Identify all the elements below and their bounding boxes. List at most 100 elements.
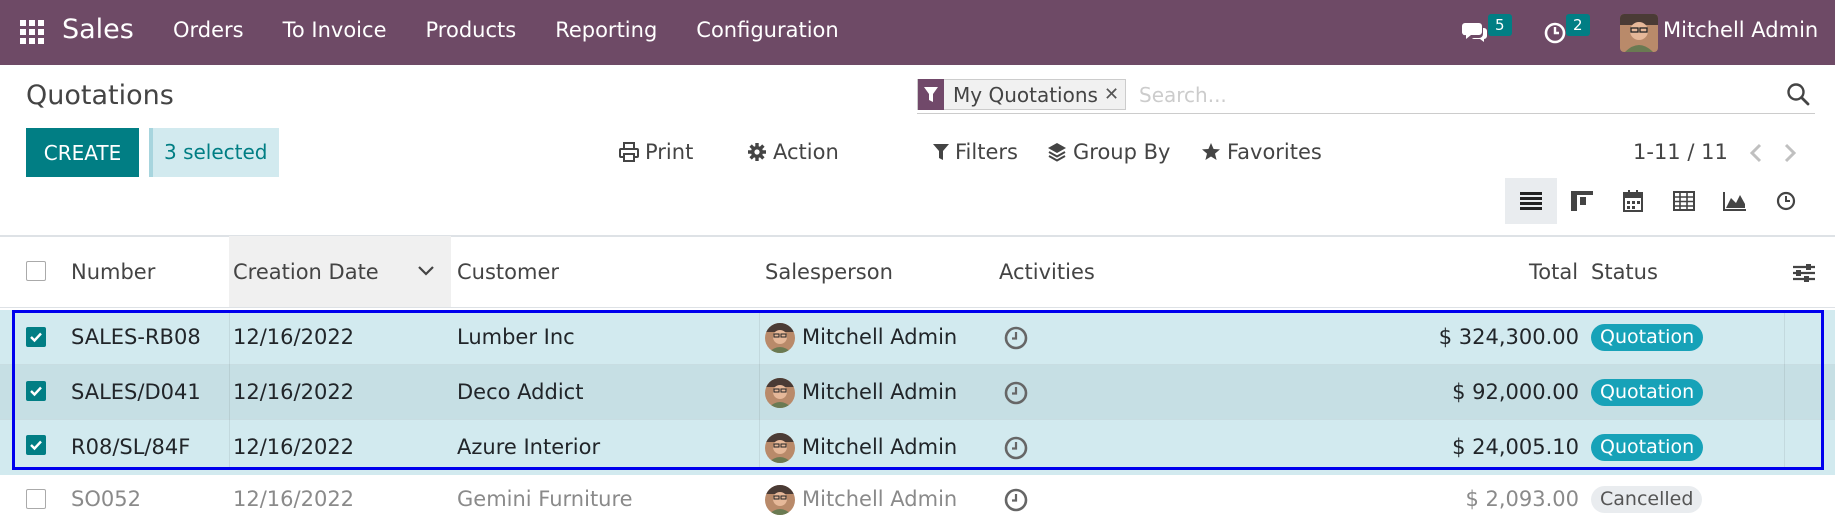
row-salesperson: Mitchell Admin: [802, 325, 958, 349]
search-input[interactable]: [1139, 80, 1769, 110]
menu-orders[interactable]: Orders: [173, 18, 244, 42]
row-date: 12/16/2022: [233, 325, 355, 349]
action-button[interactable]: Action: [747, 140, 839, 164]
kanban-icon: [1571, 191, 1593, 211]
view-pivot-button[interactable]: [1658, 178, 1710, 224]
view-graph-button[interactable]: [1709, 178, 1761, 224]
search-facet: My Quotations ✕: [917, 79, 1127, 110]
header-divider: [0, 307, 1835, 308]
view-activity-button[interactable]: [1760, 178, 1812, 224]
selected-count-badge: 3 selected: [149, 128, 279, 177]
filters-button[interactable]: Filters: [933, 140, 1018, 164]
row-number: R08/SL/84F: [71, 435, 191, 459]
print-icon: [619, 142, 639, 162]
print-label: Print: [645, 140, 694, 164]
groupby-label: Group By: [1073, 140, 1171, 164]
header-number[interactable]: Number: [71, 236, 155, 308]
groupby-button[interactable]: Group By: [1047, 140, 1170, 164]
search-bar: My Quotations ✕: [917, 76, 1815, 114]
select-all-checkbox[interactable]: [26, 261, 46, 281]
action-label: Action: [773, 140, 839, 164]
salesperson-avatar: [765, 378, 795, 408]
area-chart-icon: [1723, 192, 1746, 211]
filters-label: Filters: [955, 140, 1018, 164]
row-total: $ 24,005.10: [1452, 435, 1579, 459]
chevron-right-icon[interactable]: [1780, 142, 1800, 164]
row-number: SALES/D041: [71, 380, 201, 404]
row-salesperson: Mitchell Admin: [802, 487, 958, 511]
status-badge: Quotation: [1591, 379, 1704, 406]
facet-label: My Quotations: [953, 82, 1098, 107]
header-activities[interactable]: Activities: [999, 236, 1095, 308]
menu-reporting[interactable]: Reporting: [555, 18, 657, 42]
row-total: $ 92,000.00: [1452, 380, 1579, 404]
header-total[interactable]: Total: [1529, 236, 1578, 308]
status-badge: Cancelled: [1591, 486, 1703, 513]
row-salesperson: Mitchell Admin: [802, 380, 958, 404]
activity-clock-icon[interactable]: [1004, 326, 1028, 350]
gear-icon: [748, 143, 766, 161]
table-row[interactable]: R08/SL/84F 12/16/2022 Azure Interior Mit…: [0, 420, 1835, 475]
create-button[interactable]: CREATE: [26, 128, 139, 177]
header-customer[interactable]: Customer: [457, 236, 559, 308]
list-icon: [1520, 192, 1542, 210]
pager-value[interactable]: 1-11 / 11: [1633, 140, 1728, 164]
menu-products[interactable]: Products: [426, 18, 517, 42]
page-title: Quotations: [26, 80, 174, 111]
chevron-down-icon[interactable]: [417, 264, 435, 278]
column-settings-icon[interactable]: [1792, 262, 1816, 284]
activity-count-badge: 2: [1566, 14, 1590, 36]
filter-facet-icon: [918, 79, 944, 110]
column-separator: [229, 310, 230, 470]
activity-clock-icon[interactable]: [1004, 436, 1028, 460]
salesperson-avatar: [765, 323, 795, 353]
header-salesperson[interactable]: Salesperson: [765, 236, 893, 308]
filter-icon: [933, 144, 949, 160]
favorites-button[interactable]: Favorites: [1201, 140, 1322, 164]
table-row[interactable]: SALES/D041 12/16/2022 Deco Addict Mitche…: [0, 365, 1835, 420]
user-name[interactable]: Mitchell Admin: [1663, 18, 1818, 42]
row-checkbox[interactable]: [26, 489, 46, 509]
column-separator: [1784, 310, 1785, 470]
main-menu: Orders To Invoice Products Reporting Con…: [173, 18, 878, 42]
view-list-button[interactable]: [1505, 178, 1557, 224]
status-badge: Quotation: [1591, 324, 1704, 351]
user-avatar[interactable]: [1620, 14, 1658, 52]
row-checkbox[interactable]: [26, 327, 46, 347]
search-icon[interactable]: [1785, 81, 1811, 107]
row-checkbox[interactable]: [26, 435, 46, 455]
chat-icon[interactable]: [1462, 20, 1488, 44]
row-customer: Gemini Furniture: [457, 487, 633, 511]
app-brand[interactable]: Sales: [62, 14, 134, 45]
facet-close-icon[interactable]: ✕: [1104, 84, 1125, 105]
activity-clock-icon[interactable]: [1004, 381, 1028, 405]
row-date: 12/16/2022: [233, 380, 355, 404]
pivot-icon: [1673, 191, 1695, 211]
apps-menu-icon[interactable]: [20, 20, 44, 44]
favorites-label: Favorites: [1227, 140, 1322, 164]
row-number: SALES-RB08: [71, 325, 201, 349]
menu-configuration[interactable]: Configuration: [696, 18, 838, 42]
table-row[interactable]: SALES-RB08 12/16/2022 Lumber Inc Mitchel…: [0, 310, 1835, 365]
header-status[interactable]: Status: [1591, 236, 1658, 308]
menu-to-invoice[interactable]: To Invoice: [283, 18, 387, 42]
row-customer: Deco Addict: [457, 380, 584, 404]
column-separator: [759, 310, 760, 470]
layers-icon: [1048, 143, 1066, 162]
activity-clock-icon[interactable]: [1544, 22, 1566, 44]
view-calendar-button[interactable]: [1607, 178, 1659, 224]
row-customer: Azure Interior: [457, 435, 601, 459]
print-button[interactable]: Print: [619, 140, 693, 164]
row-checkbox[interactable]: [26, 381, 46, 401]
activity-clock-icon[interactable]: [1004, 488, 1028, 512]
row-salesperson: Mitchell Admin: [802, 435, 958, 459]
chevron-left-icon[interactable]: [1746, 142, 1766, 164]
table-row[interactable]: SO052 12/16/2022 Gemini Furniture Mitche…: [0, 472, 1835, 527]
row-date: 12/16/2022: [233, 487, 355, 511]
status-badge: Quotation: [1591, 434, 1704, 461]
calendar-icon: [1623, 190, 1643, 212]
salesperson-avatar: [765, 433, 795, 463]
salesperson-avatar: [765, 485, 795, 515]
view-kanban-button[interactable]: [1556, 178, 1608, 224]
row-customer: Lumber Inc: [457, 325, 575, 349]
